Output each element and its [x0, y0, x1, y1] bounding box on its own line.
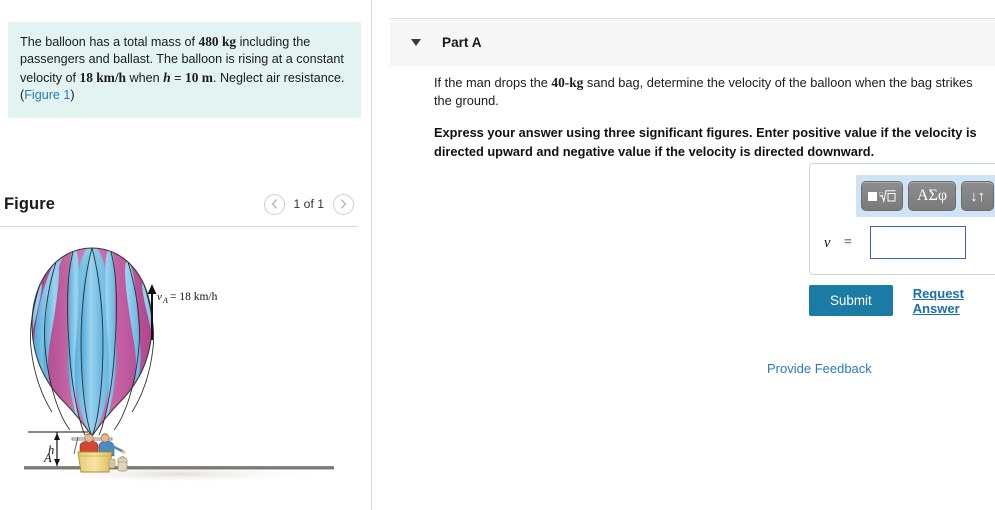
figure-header: Figure 1 of 1 [0, 182, 372, 226]
velocity-label-value: = 18 km/h [170, 291, 218, 303]
problem-velocity: 18 km/h [79, 69, 127, 85]
figure-1-link[interactable]: Figure 1 [24, 88, 70, 102]
part-a-title: Part A [442, 35, 482, 50]
submit-button[interactable]: Submit [809, 285, 893, 316]
problem-statement: The balloon has a total mass of 480 kg i… [8, 22, 361, 118]
chevron-right-icon [340, 199, 347, 209]
ground-line [24, 466, 334, 470]
figure-navigation: 1 of 1 [263, 193, 354, 215]
math-toolbar: □ ΑΣφ ↓↑ vec [856, 175, 995, 217]
request-answer-link[interactable]: Request Answer [913, 286, 995, 316]
greek-letters-button[interactable]: ΑΣφ [908, 181, 957, 211]
question-text: If the man drops the 40-kg sand bag, det… [434, 74, 990, 109]
problem-text-d: = [170, 70, 186, 85]
figure-next-button[interactable] [333, 193, 354, 215]
answer-variable-label: v [824, 235, 831, 251]
math-template-icon[interactable]: □ [861, 181, 903, 211]
sub-superscript-button[interactable]: ↓↑ [961, 181, 995, 211]
problem-h-symbol: h [163, 69, 171, 85]
figure-prev-button[interactable] [263, 193, 285, 215]
side-bag [108, 458, 116, 469]
problem-text-f: ) [70, 88, 75, 103]
figure-title: Figure [4, 194, 56, 213]
part-a-header[interactable]: Part A [390, 18, 995, 66]
problem-mass: 480 kg [198, 34, 237, 49]
page-root: The balloon has a total mass of 480 kg i… [0, 0, 995, 510]
problem-text-c: when [126, 70, 164, 85]
balloon-envelope [32, 248, 152, 436]
submit-row: Submit Request Answer [809, 285, 995, 316]
balloon-figure: v A = 18 km/h A h [0, 230, 372, 506]
question-body: If the man drops the 40-kg sand bag, det… [434, 74, 990, 161]
balloon-diagram-svg: v A = 18 km/h A h [24, 247, 334, 483]
figure-counter: 1 of 1 [293, 197, 325, 211]
caret-down-icon[interactable] [411, 39, 421, 46]
answer-row: v = m/s [824, 226, 995, 266]
velocity-label-subscript: A [162, 296, 168, 305]
velocity-label-symbol: v [157, 291, 162, 303]
provide-feedback-link[interactable]: Provide Feedback [767, 361, 872, 376]
answer-panel: Part A If the man drops the 40-kg sand b… [372, 0, 995, 510]
problem-height: 10 m [185, 69, 213, 85]
problem-panel: The balloon has a total mass of 480 kg i… [0, 0, 372, 510]
math-template-glyph: □ [868, 189, 896, 203]
balloon-basket [77, 451, 113, 473]
answer-input[interactable] [870, 226, 966, 259]
problem-text-a: The balloon has a total mass of [20, 35, 199, 49]
sand-bag [117, 456, 128, 472]
answer-equals-sign: = [844, 235, 852, 250]
answer-entry-box: □ ΑΣφ ↓↑ vec [809, 163, 995, 275]
figure-divider [0, 226, 358, 227]
question-bag-mass: 40-kg [551, 75, 584, 90]
height-label: h [48, 443, 54, 457]
question-pre: If the man drops the [434, 75, 552, 90]
chevron-left-icon [271, 199, 277, 209]
question-instruction: Express your answer using three signific… [434, 125, 977, 159]
